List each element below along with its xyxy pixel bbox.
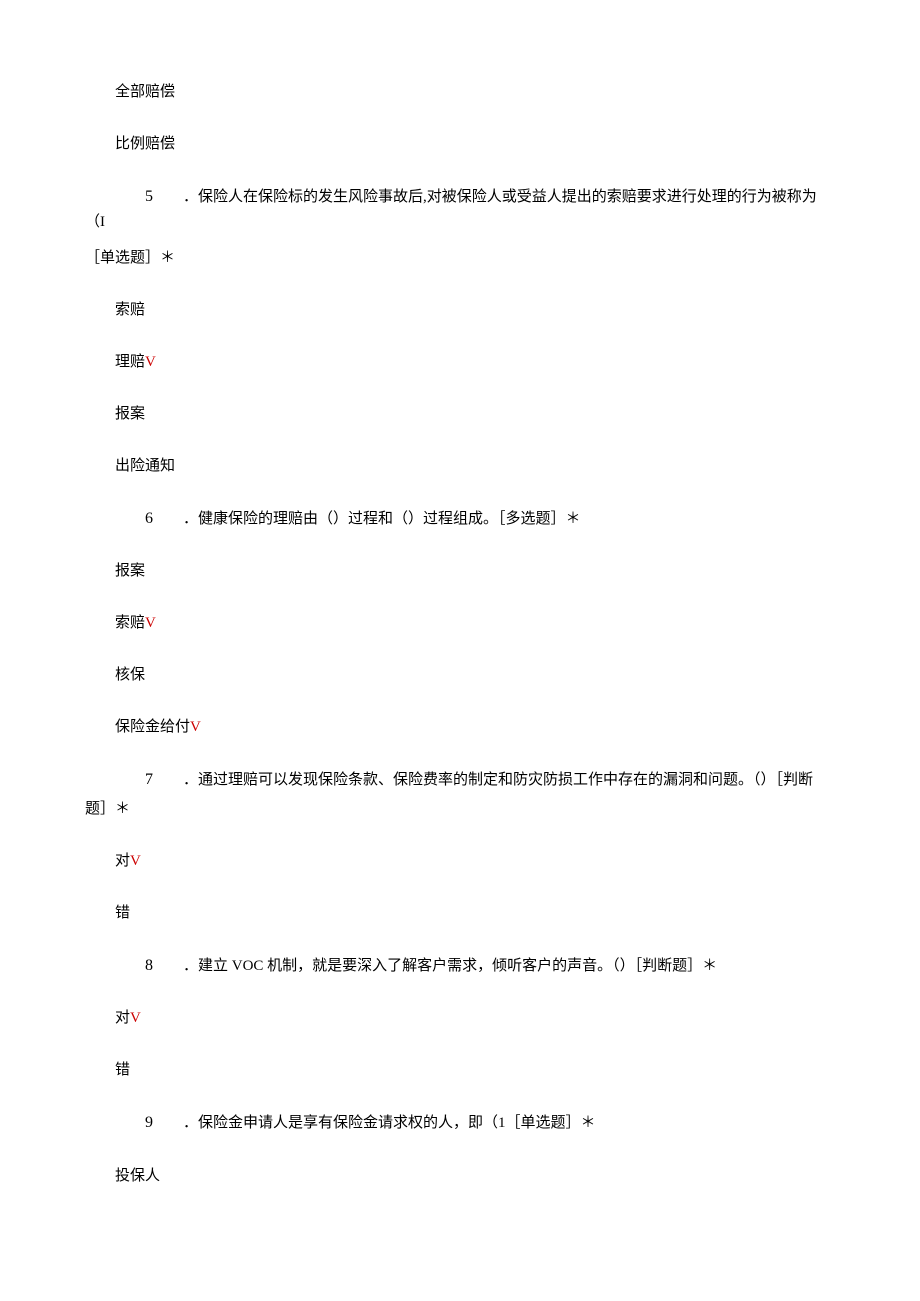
option-text: 错 xyxy=(115,905,130,921)
answer-option: 投保人 xyxy=(85,1164,835,1188)
question-type-label: ［单选题］＊ xyxy=(85,250,175,266)
question-7-wrap: 题］＊ xyxy=(85,797,835,821)
answer-option: 报案 xyxy=(85,559,835,583)
option-text: 比例赔偿 xyxy=(115,136,175,152)
question-8: 8 ．建立 VOC 机制，就是要深入了解客户需求，倾听客户的声音。（）［判断题］＊ xyxy=(85,953,835,979)
option-text: 索赔 xyxy=(115,615,145,631)
answer-option: 出险通知 xyxy=(85,454,835,478)
option-text: 对 xyxy=(115,1010,130,1026)
option-text: 出险通知 xyxy=(115,458,175,474)
answer-option: 全部赔偿 xyxy=(85,80,835,104)
answer-option-correct: 理赔V xyxy=(85,350,835,374)
option-text: 投保人 xyxy=(115,1168,160,1184)
answer-option: 报案 xyxy=(85,402,835,426)
option-text: 报案 xyxy=(115,563,145,579)
option-text: 报案 xyxy=(115,406,145,422)
answer-option-correct: 对V xyxy=(85,849,835,873)
question-9: 9 ．保险金申请人是享有保险金请求权的人，即（1［单选题］＊ xyxy=(85,1110,835,1136)
check-icon: V xyxy=(130,1010,141,1026)
question-text: ．建立 VOC 机制，就是要深入了解客户需求，倾听客户的声音。（）［判断题］＊ xyxy=(183,958,717,974)
option-text: 全部赔偿 xyxy=(115,84,175,100)
question-number: 6 xyxy=(115,506,153,532)
question-text: ．保险金申请人是享有保险金请求权的人，即（1［单选题］＊ xyxy=(183,1115,596,1131)
answer-option-correct: 索赔V xyxy=(85,611,835,635)
question-number: 8 xyxy=(115,953,153,979)
check-icon: V xyxy=(190,719,201,735)
question-number: 9 xyxy=(115,1110,153,1136)
answer-option: 索赔 xyxy=(85,298,835,322)
question-5: 5．保险人在保险标的发生风险事故后,对被保险人或受益人提出的索赔要求进行处理的行… xyxy=(85,184,835,234)
question-7: 7 ．通过理赔可以发现保险条款、保险费率的制定和防灾防损工作中存在的漏洞和问题。（… xyxy=(85,767,835,793)
option-text: 对 xyxy=(115,853,130,869)
option-text: 索赔 xyxy=(115,302,145,318)
question-text: ．健康保险的理赔由（）过程和（）过程组成。［多选题］＊ xyxy=(183,511,581,527)
option-text: 核保 xyxy=(115,667,145,683)
check-icon: V xyxy=(145,615,156,631)
option-text: 保险金给付 xyxy=(115,719,190,735)
check-icon: V xyxy=(130,853,141,869)
answer-option-correct: 对V xyxy=(85,1006,835,1030)
option-text: 理赔 xyxy=(115,354,145,370)
question-6: 6 ．健康保险的理赔由（）过程和（）过程组成。［多选题］＊ xyxy=(85,506,835,532)
answer-option-correct: 保险金给付V xyxy=(85,715,835,739)
question-5-wrap: ［单选题］＊ xyxy=(85,246,835,270)
question-text: ．通过理赔可以发现保险条款、保险费率的制定和防灾防损工作中存在的漏洞和问题。（）… xyxy=(183,772,813,788)
answer-option: 核保 xyxy=(85,663,835,687)
question-text: ．保险人在保险标的发生风险事故后,对被保险人或受益人提出的索赔要求进行处理的行为… xyxy=(85,189,817,230)
check-icon: V xyxy=(145,354,156,370)
answer-option: 比例赔偿 xyxy=(85,132,835,156)
question-number: 5 xyxy=(115,184,153,210)
question-number: 7 xyxy=(115,767,153,793)
option-text: 错 xyxy=(115,1062,130,1078)
answer-option: 错 xyxy=(85,1058,835,1082)
question-type-label: 题］＊ xyxy=(85,801,130,817)
answer-option: 错 xyxy=(85,901,835,925)
